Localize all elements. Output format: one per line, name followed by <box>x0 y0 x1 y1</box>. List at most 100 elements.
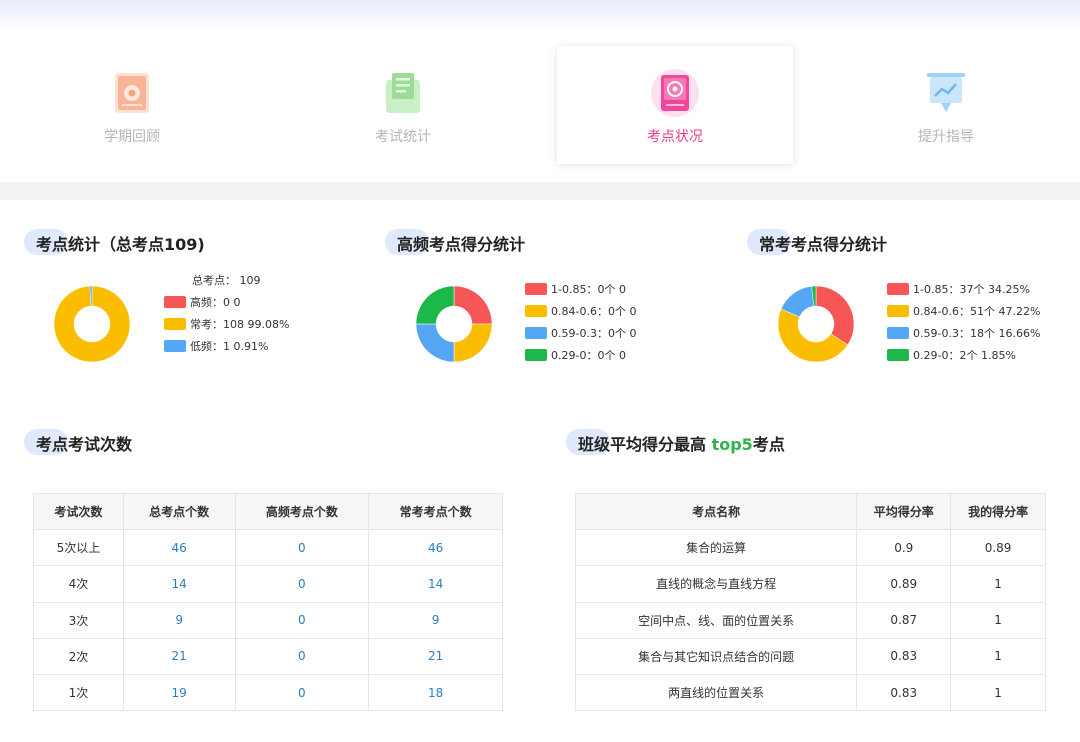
tab-bar: 学期回顾 考试统计 考点状况 提升指导 <box>0 30 1080 182</box>
section-title-text: 考点统计（总考点109) <box>36 235 205 254</box>
legend-swatch <box>525 327 547 339</box>
exam-stats-icon <box>386 73 420 113</box>
cell-high[interactable]: 0 <box>234 565 370 603</box>
cell-total[interactable]: 9 <box>122 601 236 639</box>
legend-swatch <box>887 305 909 317</box>
tab-knowledge-status[interactable]: 考点状况 <box>557 46 793 164</box>
cell-class-average: 0.9 <box>856 529 952 567</box>
legend-item[interactable]: 1-0.85：0个 0 <box>525 281 636 303</box>
cell-class-average: 0.83 <box>856 637 952 675</box>
cell-knowledge-point: 两直线的位置关系 <box>574 673 858 712</box>
donut-slice[interactable] <box>815 285 855 346</box>
table-header-row: 考试次数 总考点个数 高频考点个数 常考考点个数 <box>33 492 503 531</box>
legend-item[interactable]: 常考：108 99.08% <box>164 316 289 338</box>
legend-label: 0.59-0.3：18个 16.66% <box>913 327 1041 340</box>
tab-improvement-guide[interactable]: 提升指导 <box>828 46 1064 164</box>
legend-total: 总考点： 109 <box>192 274 261 287</box>
common-legend: 1-0.85：37个 34.25% 0.84-0.6：51个 47.22% 0.59… <box>887 281 1040 369</box>
title-prefix: 班级平均得分最高 <box>578 435 712 454</box>
tab-label: 学期回顾 <box>104 129 160 145</box>
legend-item[interactable]: 高频：0 0 <box>164 294 289 316</box>
cell-total[interactable]: 21 <box>122 637 236 675</box>
section-title-text: 班级平均得分最高 top5考点 <box>578 431 785 455</box>
legend-item[interactable]: 0.29-0：2个 1.85% <box>887 347 1040 369</box>
legend-item[interactable]: 0.59-0.3：0个 0 <box>525 325 636 347</box>
column-header: 常考考点个数 <box>368 492 503 531</box>
cell-knowledge-point: 直线的概念与直线方程 <box>574 565 858 603</box>
cell-total[interactable]: 46 <box>122 529 236 567</box>
tab-exam-stats[interactable]: 考试统计 <box>285 46 521 164</box>
tab-semester-review[interactable]: 学期回顾 <box>14 46 250 164</box>
donut-slice[interactable] <box>415 285 455 325</box>
cell-total[interactable]: 14 <box>122 565 236 603</box>
cell-common[interactable]: 46 <box>368 529 503 567</box>
donut-slice[interactable] <box>453 285 493 325</box>
table-row: 集合的运算 0.9 0.89 <box>574 529 1046 567</box>
legend-label: 1-0.85：0个 0 <box>551 283 626 296</box>
cell-common[interactable]: 21 <box>368 637 503 675</box>
cell-class-average: 0.87 <box>856 601 952 639</box>
knowledge-point-target-icon <box>651 69 699 117</box>
cell-high[interactable]: 0 <box>234 673 370 712</box>
table-row: 直线的概念与直线方程 0.89 1 <box>574 565 1046 603</box>
section-title-text: 高频考点得分统计 <box>397 235 526 254</box>
section-divider <box>0 182 1080 200</box>
legend-swatch <box>525 283 547 295</box>
table-row: 两直线的位置关系 0.83 1 <box>574 673 1046 712</box>
legend-item[interactable]: 低频：1 0.91% <box>164 338 289 360</box>
cell-high[interactable]: 0 <box>234 637 370 675</box>
top5-table: 考点名称 平均得分率 我的得分率 集合的运算 0.9 0.89 直线的概念与直线… <box>574 492 1046 712</box>
legend-label: 0.29-0：0个 0 <box>551 349 626 362</box>
top-banner <box>0 0 1080 30</box>
donut-slice[interactable] <box>453 323 493 363</box>
table-row: 5次以上 46 0 46 <box>33 529 503 567</box>
legend-label: 0.59-0.3：0个 0 <box>551 327 637 340</box>
cell-knowledge-point: 空间中点、线、面的位置关系 <box>574 601 858 639</box>
cell-high[interactable]: 0 <box>234 601 370 639</box>
legend-swatch <box>525 305 547 317</box>
improvement-guide-icon <box>927 73 965 112</box>
section-title-text: 考点考试次数 <box>36 435 133 454</box>
column-header: 考点名称 <box>574 492 858 531</box>
table-row: 1次 19 0 18 <box>33 673 503 712</box>
cell-my-score: 1 <box>950 565 1046 603</box>
legend-swatch <box>887 349 909 361</box>
cell-my-score: 1 <box>950 601 1046 639</box>
legend-item[interactable]: 1-0.85：37个 34.25% <box>887 281 1040 303</box>
cell-common[interactable]: 9 <box>368 601 503 639</box>
legend-label: 1-0.85：37个 34.25% <box>913 283 1030 296</box>
legend-label: 常考：108 99.08% <box>190 318 290 331</box>
cell-exam-count: 3次 <box>33 601 124 639</box>
tab-label: 考点状况 <box>647 129 703 145</box>
cell-my-score: 0.89 <box>950 529 1046 567</box>
legend-label: 0.29-0：2个 1.85% <box>913 349 1016 362</box>
cell-common[interactable]: 18 <box>368 673 503 712</box>
table-header-row: 考点名称 平均得分率 我的得分率 <box>574 492 1046 531</box>
title-highlight: top5 <box>711 435 753 454</box>
cell-high[interactable]: 0 <box>234 529 370 567</box>
cell-total[interactable]: 19 <box>122 673 236 712</box>
table-row: 集合与其它知识点结合的问题 0.83 1 <box>574 637 1046 675</box>
legend-swatch <box>164 296 186 308</box>
donut-slice[interactable] <box>415 323 455 363</box>
legend-item[interactable]: 0.84-0.6：0个 0 <box>525 303 636 325</box>
table-row: 2次 21 0 21 <box>33 637 503 675</box>
legend-swatch <box>525 349 547 361</box>
legend-swatch <box>164 318 186 330</box>
cell-class-average: 0.89 <box>856 565 952 603</box>
legend-item[interactable]: 0.84-0.6：51个 47.22% <box>887 303 1040 325</box>
cell-exam-count: 5次以上 <box>33 529 124 567</box>
legend-item[interactable]: 0.29-0：0个 0 <box>525 347 636 369</box>
cell-common[interactable]: 14 <box>368 565 503 603</box>
column-header: 我的得分率 <box>950 492 1046 531</box>
cell-exam-count: 4次 <box>33 565 124 603</box>
legend-item[interactable]: 0.59-0.3：18个 16.66% <box>887 325 1040 347</box>
legend-swatch <box>887 283 909 295</box>
knowledge-stats-legend: 总考点： 109 高频：0 0 常考：108 99.08% 低频：1 0.91% <box>164 272 289 360</box>
table-row: 4次 14 0 14 <box>33 565 503 603</box>
column-header: 高频考点个数 <box>234 492 370 531</box>
title-suffix: 考点 <box>752 435 785 454</box>
cell-my-score: 1 <box>950 673 1046 712</box>
tab-label: 考试统计 <box>375 129 431 145</box>
cell-my-score: 1 <box>950 637 1046 675</box>
